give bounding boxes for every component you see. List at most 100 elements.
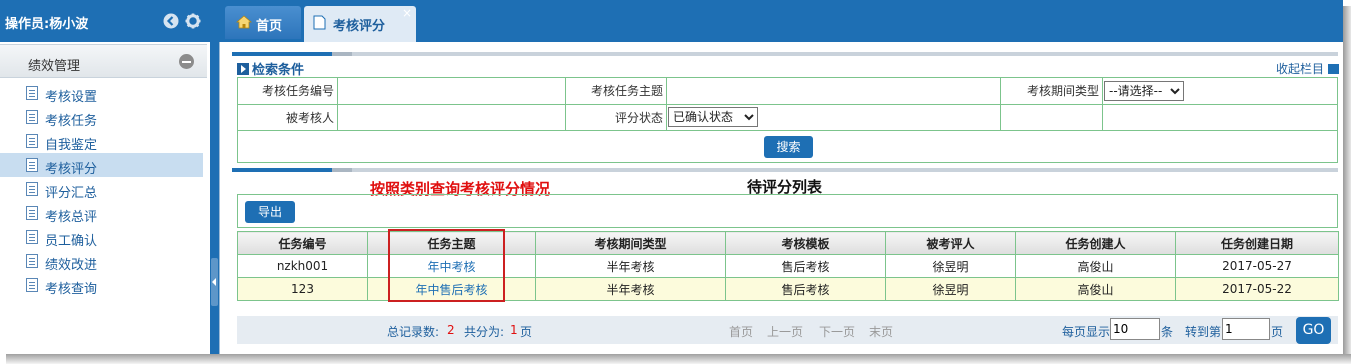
document-icon — [26, 158, 38, 172]
sidebar-item[interactable]: 考核设置 — [0, 81, 203, 105]
score-status-cell: 已确认状态 — [667, 105, 1001, 131]
prev-page-link[interactable]: 上一页 — [767, 323, 803, 340]
column-header[interactable]: 被考评人 — [885, 231, 1016, 255]
table-cell: 徐昱明 — [885, 254, 1016, 278]
document-icon — [26, 86, 38, 100]
column-header[interactable]: 考核模板 — [725, 231, 886, 255]
table-cell: 徐昱明 — [885, 277, 1016, 301]
table-cell: 半年考核 — [535, 277, 726, 301]
gear-icon[interactable] — [185, 13, 201, 29]
table-cell: 高俊山 — [1015, 254, 1176, 278]
period-type-label: 考核期间类型 — [1001, 78, 1103, 105]
document-icon — [26, 134, 38, 148]
sidebar-item-label: 考核查询 — [45, 282, 98, 297]
sidebar-item-label: 考核设置 — [45, 90, 98, 105]
sidebar-item[interactable]: 考核查询 — [0, 273, 203, 297]
column-header[interactable]: 考核期间类型 — [535, 231, 726, 255]
pagination-bar: 总记录数: 2 共分为: 1 页 首页 上一页 下一页 末页 每页显示 条 转到… — [237, 316, 1338, 344]
sidebar-header: 操作员:杨小波 — [0, 0, 210, 42]
column-header[interactable]: 任务编号 — [237, 231, 368, 255]
next-page-link[interactable]: 下一页 — [819, 323, 855, 340]
go-button[interactable]: GO — [1296, 317, 1331, 344]
empty-cell — [1001, 105, 1103, 131]
table-cell: 2017-05-27 — [1175, 254, 1339, 278]
tab-close-icon[interactable]: × — [402, 6, 412, 20]
sidebar-item[interactable]: 绩效改进 — [0, 249, 203, 273]
sidebar-item[interactable]: 考核评分 — [0, 153, 203, 177]
table-cell: 123 — [237, 277, 368, 301]
document-icon — [26, 110, 38, 124]
tab-home[interactable]: 首页 — [225, 6, 301, 39]
page-count-label: 共分为: — [464, 325, 505, 339]
tab-bar: 首页 考核评分 × — [219, 0, 1343, 42]
sidebar-item-label: 考核评分 — [45, 162, 98, 177]
table-cell: nzkh001 — [237, 254, 368, 278]
window-shadow — [1343, 6, 1351, 358]
sidebar-item[interactable]: 评分汇总 — [0, 177, 203, 201]
content-panel: 检索条件 收起栏目 考核任务编号 考核任务主题 考核期间类型 --请选择-- 被… — [219, 42, 1343, 354]
per-page-label: 每页显示 — [1062, 325, 1111, 339]
last-page-link[interactable]: 末页 — [869, 323, 893, 340]
table-cell: 2017-05-22 — [1175, 277, 1339, 301]
per-page-input[interactable] — [1110, 318, 1160, 340]
tab-home-label: 首页 — [256, 19, 283, 34]
splitter-collapse-handle[interactable] — [211, 258, 218, 306]
sidebar-item[interactable]: 员工确认 — [0, 225, 203, 249]
toolbar: 导出 — [237, 194, 1338, 228]
document-icon — [26, 206, 38, 220]
sidebar-group-label: 绩效管理 — [28, 59, 81, 74]
task-theme-input[interactable] — [667, 78, 1001, 105]
sidebar-splitter[interactable] — [210, 0, 219, 364]
column-header[interactable]: 任务创建日期 — [1175, 231, 1339, 255]
goto-page-input[interactable] — [1222, 318, 1270, 340]
document-icon — [26, 254, 38, 268]
sidebar-item-label: 自我鉴定 — [45, 138, 98, 153]
score-status-select[interactable]: 已确认状态 — [668, 107, 758, 127]
collapse-up-icon — [1328, 64, 1340, 74]
table-cell: 半年考核 — [535, 254, 726, 278]
collapse-minus-icon[interactable] — [179, 54, 194, 69]
sidebar-group-performance[interactable]: 绩效管理 — [0, 44, 207, 78]
sidebar-item[interactable]: 自我鉴定 — [0, 129, 203, 153]
section-divider — [232, 52, 1338, 56]
column-header[interactable]: 任务创建人 — [1015, 231, 1176, 255]
main-area: 首页 考核评分 × 检索条件 收起栏目 考核任务编号 考核任务主题 考核期间类型 — [219, 0, 1343, 354]
goto-page-label: 转到第 — [1185, 325, 1222, 339]
collapse-section-link[interactable]: 收起栏目 — [1276, 60, 1340, 77]
search-form: 考核任务编号 考核任务主题 考核期间类型 --请选择-- 被考核人 评分状态 已… — [237, 77, 1338, 163]
per-page-unit: 条 — [1161, 325, 1174, 339]
sidebar: 操作员:杨小波 绩效管理 考核设置考核任务自我鉴定考核评分评分汇总考核总评员工确… — [0, 0, 210, 364]
task-theme-label: 考核任务主题 — [566, 78, 667, 105]
sidebar-item[interactable]: 考核任务 — [0, 105, 203, 129]
document-icon — [26, 278, 38, 292]
section-arrow-icon — [237, 63, 249, 75]
search-button[interactable]: 搜索 — [764, 136, 813, 158]
sidebar-item-label: 员工确认 — [45, 234, 98, 249]
sidebar-item[interactable]: 考核总评 — [0, 201, 203, 225]
window-shadow — [6, 354, 1351, 364]
task-no-label: 考核任务编号 — [238, 78, 338, 105]
back-icon[interactable] — [163, 13, 179, 29]
total-records-value: 2 — [447, 323, 455, 337]
sidebar-item-label: 绩效改进 — [45, 258, 98, 273]
task-no-input[interactable] — [338, 78, 566, 105]
highlight-box — [388, 229, 505, 302]
assessee-input[interactable] — [338, 105, 566, 131]
operator-name: 操作员:杨小波 — [5, 17, 89, 32]
first-page-link[interactable]: 首页 — [729, 323, 753, 340]
sidebar-item-label: 考核任务 — [45, 114, 98, 129]
period-type-select[interactable]: --请选择-- — [1104, 81, 1184, 101]
page-count-unit: 页 — [520, 325, 533, 339]
export-button[interactable]: 导出 — [245, 201, 295, 223]
tab-assessment-scoring[interactable]: 考核评分 × — [304, 6, 416, 42]
table-cell: 售后考核 — [725, 254, 886, 278]
sidebar-item-label: 评分汇总 — [45, 186, 98, 201]
document-icon — [26, 230, 38, 244]
page-count-value: 1 — [510, 323, 518, 337]
search-section-title: 检索条件 — [237, 59, 304, 78]
sidebar-item-label: 考核总评 — [45, 210, 98, 225]
empty-cell — [1103, 105, 1337, 131]
home-icon — [236, 15, 252, 29]
score-status-label: 评分状态 — [566, 105, 667, 131]
document-icon — [26, 182, 38, 196]
